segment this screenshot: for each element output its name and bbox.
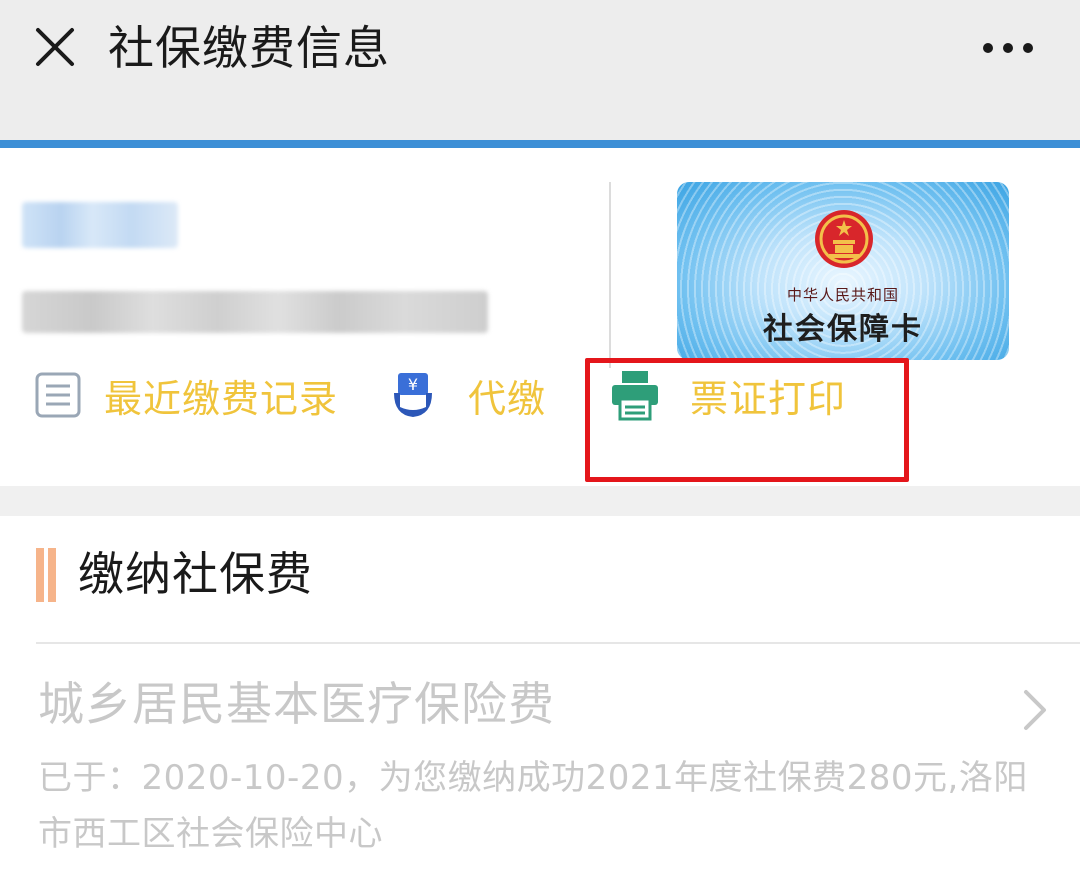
header-accent-line — [0, 140, 1080, 148]
more-dots-icon — [983, 43, 1033, 53]
pay-social-insurance-section: 缴纳社保费 城乡居民基本医疗保险费 已于：2020-10-20，为您缴纳成功20… — [0, 516, 1080, 875]
social-security-card-image: 中华人民共和国 社会保障卡 — [677, 182, 1009, 360]
recent-payment-records-label: 最近缴费记录 — [104, 376, 339, 421]
page-title: 社保缴费信息 — [108, 21, 390, 75]
yen-hand-icon: ¥ — [394, 373, 432, 417]
proxy-payment-button[interactable]: ¥ 代缴 — [390, 360, 546, 430]
svg-text:¥: ¥ — [408, 375, 418, 394]
section-title: 缴纳社保费 — [78, 547, 313, 601]
more-button[interactable] — [980, 30, 1036, 66]
highlight-annotation-box — [585, 358, 909, 482]
card-country-text: 中华人民共和国 — [786, 286, 899, 304]
card-name-text: 社会保障卡 — [763, 312, 923, 347]
section-accent-bar — [36, 548, 64, 602]
redacted-user-name — [22, 202, 178, 248]
chevron-right-icon — [1024, 690, 1046, 730]
recent-payment-records-button[interactable]: 最近缴费记录 — [34, 360, 338, 430]
document-list-icon — [35, 372, 81, 418]
profile-panel: 中华人民共和国 社会保障卡 最近缴费记录 ¥ 代缴 票证打印 — [0, 148, 1080, 486]
national-emblem-icon — [815, 210, 873, 268]
section-divider — [36, 642, 1080, 644]
proxy-payment-label: 代缴 — [468, 376, 547, 421]
close-button[interactable] — [30, 22, 80, 72]
insurance-item-title: 城乡居民基本医疗保险费 — [38, 677, 555, 731]
insurance-item-description: 已于：2020-10-20，为您缴纳成功2021年度社保费280元,洛阳市西工区… — [38, 758, 1028, 854]
close-icon — [36, 28, 74, 66]
top-bar: 社保缴费信息 — [0, 0, 1080, 140]
redacted-id-number — [22, 291, 488, 333]
vertical-divider — [609, 182, 611, 368]
